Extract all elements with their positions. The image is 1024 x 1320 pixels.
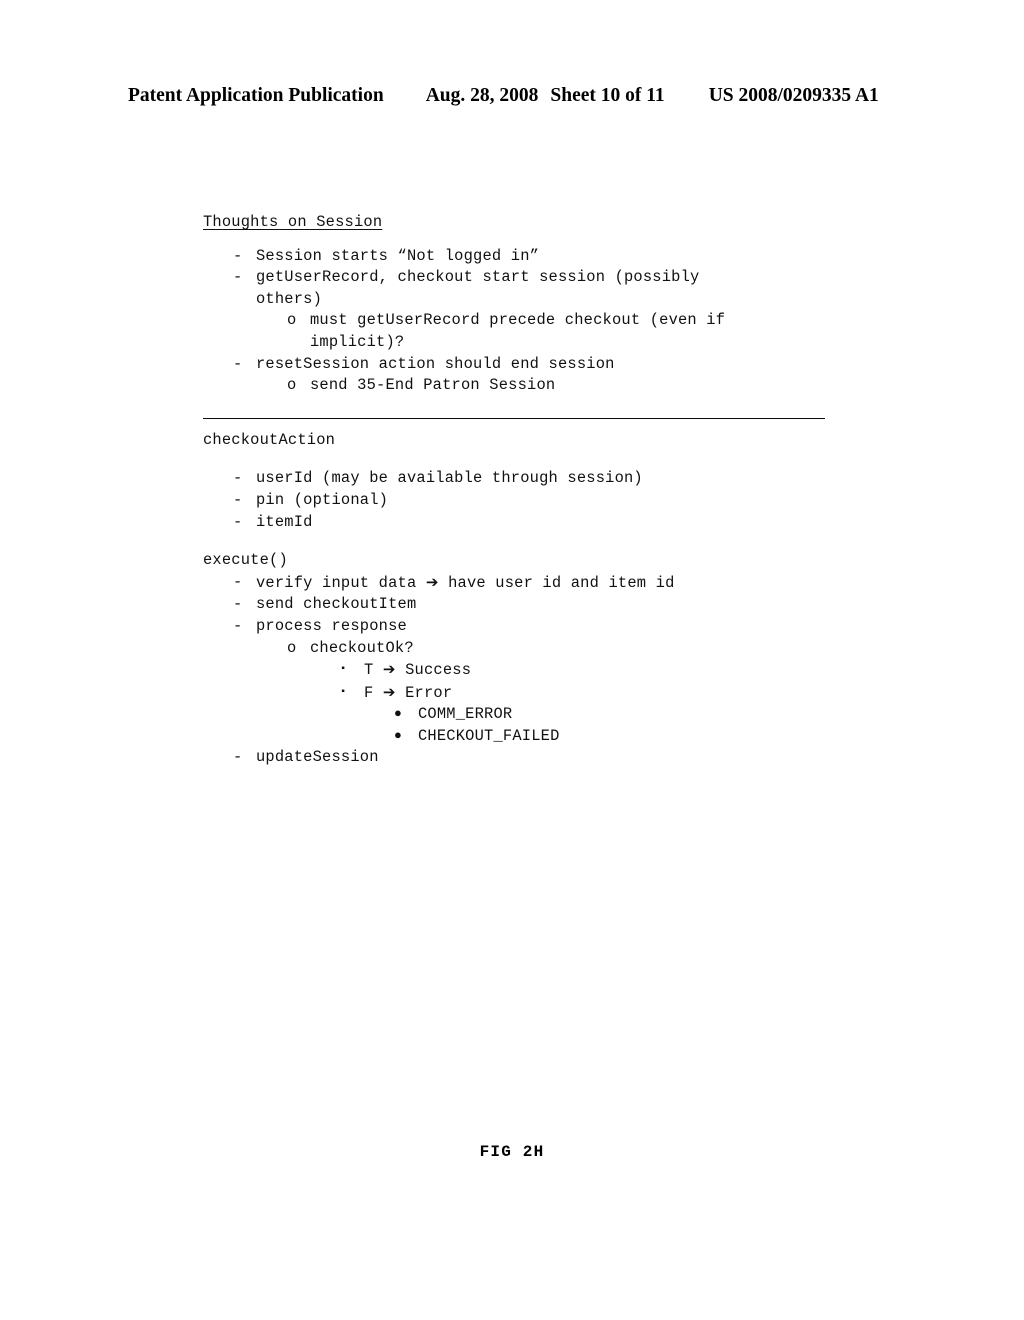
list-item-text: checkoutOk? [310, 638, 414, 657]
dash-bullet-icon: - [233, 616, 243, 635]
right-arrow-icon: ➔ [382, 682, 396, 701]
list-item: - send checkoutItem [203, 594, 903, 616]
list-item-text: resetSession action should end session [256, 354, 615, 373]
list-item-text: updateSession [256, 748, 379, 767]
dash-bullet-icon: - [233, 512, 243, 531]
list-item: o send 35-End Patron Session [203, 375, 903, 397]
circle-bullet-icon: o [287, 376, 297, 395]
disc-bullet-icon: ● [394, 706, 403, 722]
list-item-text: itemId [256, 512, 313, 531]
text-after-arrow: Error [395, 683, 453, 702]
list-item: - itemId [203, 512, 903, 534]
list-item-text: F ➔ Error [364, 682, 903, 705]
disc-bullet-icon: ● [394, 727, 403, 743]
text-after-arrow: have user id and item id [438, 573, 675, 592]
circle-bullet-icon: o [287, 311, 297, 330]
list-item: - resetSession action should end session [203, 354, 903, 376]
dash-bullet-icon: - [233, 469, 243, 488]
right-arrow-icon: ➔ [425, 572, 439, 591]
list-item-text: send 35-End Patron Session [310, 376, 556, 395]
section-heading-thoughts-on-session: Thoughts on Session [203, 213, 383, 231]
dash-bullet-icon: - [233, 748, 243, 767]
dash-bullet-icon: - [233, 572, 243, 591]
list-item: ● CHECKOUT_FAILED [203, 726, 903, 748]
list-item: - pin (optional) [203, 490, 903, 512]
list-item: - getUserRecord, checkout start session … [203, 267, 903, 289]
list-item-text: getUserRecord, checkout start session (p… [256, 268, 700, 287]
dash-bullet-icon: - [233, 354, 243, 373]
list-item: - Session starts “Not logged in” [203, 246, 903, 268]
list-item-text: userId (may be available through session… [256, 469, 643, 488]
list-item-continuation: implicit)? [310, 332, 405, 351]
patent-number: US 2008/0209335 A1 [708, 85, 879, 106]
list-item: ▪ T ➔ Success [203, 659, 903, 682]
list-item: - userId (may be available through sessi… [203, 468, 903, 490]
dash-bullet-icon: - [233, 490, 243, 509]
text-before-arrow: T [364, 661, 383, 680]
divider-gap [203, 397, 903, 419]
dash-bullet-icon: - [233, 595, 243, 614]
figure-body: Thoughts on Session - Session starts “No… [203, 212, 903, 769]
square-bullet-icon: ▪ [340, 664, 347, 676]
sheet-number: Sheet 10 of 11 [550, 85, 665, 106]
publication-date: Aug. 28, 2008 [425, 85, 539, 106]
list-item-text: CHECKOUT_FAILED [418, 726, 560, 745]
text-before-arrow: F [364, 683, 383, 702]
list-item-text: must getUserRecord precede checkout (eve… [310, 311, 726, 330]
list-item-text: send checkoutItem [256, 595, 417, 614]
list-item: - verify input data ➔ have user id and i… [203, 572, 903, 595]
section-heading-checkout-action: checkoutAction [203, 430, 336, 449]
dash-bullet-icon: - [233, 268, 243, 287]
square-bullet-icon: ▪ [340, 686, 347, 698]
list-item: ▪ F ➔ Error [203, 682, 903, 705]
figure-caption: FIG 2H [479, 1143, 545, 1161]
list-item: o must getUserRecord precede checkout (e… [203, 310, 903, 332]
dash-bullet-icon: - [233, 246, 243, 265]
list-item: - updateSession [203, 747, 903, 769]
text-before-arrow: verify input data [256, 573, 426, 592]
section-heading-execute: execute() [203, 551, 288, 570]
publication-label: Patent Application Publication [128, 85, 384, 106]
list-item-text: verify input data ➔ have user id and ite… [256, 572, 903, 595]
list-item: o checkoutOk? [203, 638, 903, 660]
circle-bullet-icon: o [287, 638, 297, 657]
list-item: ● COMM_ERROR [203, 704, 903, 726]
patent-header: Patent Application Publication Aug. 28, … [128, 85, 896, 107]
list-item-text: process response [256, 616, 407, 635]
right-arrow-icon: ➔ [382, 660, 396, 679]
list-item-text: Session starts “Not logged in” [256, 246, 540, 265]
list-item-text: pin (optional) [256, 490, 389, 509]
divider-gap-lower [203, 419, 903, 430]
list-item-text: COMM_ERROR [418, 705, 513, 724]
list-item: - process response [203, 616, 903, 638]
list-item-text: T ➔ Success [364, 659, 903, 682]
list-item-continuation: others) [256, 289, 323, 308]
text-after-arrow: Success [395, 661, 472, 680]
